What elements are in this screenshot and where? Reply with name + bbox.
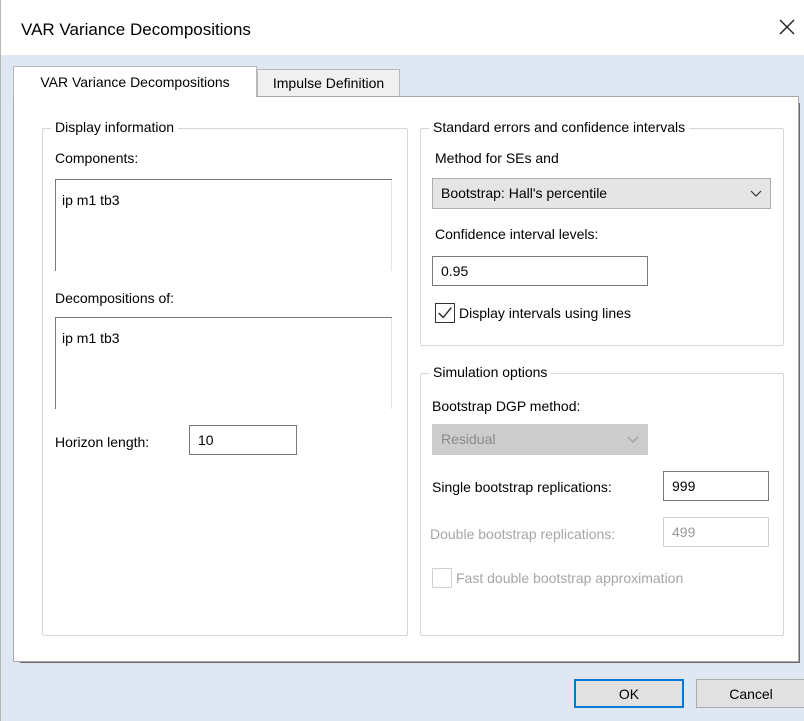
confidence-interval-label: Confidence interval levels: — [435, 226, 599, 242]
tab-impulse-definition[interactable]: Impulse Definition — [257, 69, 400, 96]
components-field[interactable]: ip m1 tb3 — [55, 179, 392, 271]
display-information-legend: Display information — [51, 119, 179, 135]
standard-errors-legend: Standard errors and confidence intervals — [429, 119, 690, 135]
confidence-interval-input[interactable]: 0.95 — [432, 256, 648, 286]
fast-double-bootstrap-checkbox — [432, 568, 452, 588]
decompositions-label: Decompositions of: — [55, 290, 175, 306]
cancel-button[interactable]: Cancel — [696, 679, 804, 708]
method-for-ses-label: Method for SEs and — [435, 150, 559, 166]
close-icon[interactable] — [776, 16, 798, 38]
bootstrap-dgp-select: Residual — [432, 424, 648, 455]
tab-var-variance-decompositions[interactable]: VAR Variance Decompositions — [13, 66, 257, 97]
tab-panel: Display information Components: ip m1 tb… — [13, 96, 799, 662]
dialog-window: VAR Variance Decompositions VAR Variance… — [0, 0, 804, 721]
decompositions-field[interactable]: ip m1 tb3 — [55, 317, 392, 409]
window-title: VAR Variance Decompositions — [21, 20, 251, 39]
simulation-options-legend: Simulation options — [429, 364, 552, 380]
fast-double-bootstrap-label: Fast double bootstrap approximation — [456, 570, 684, 586]
horizon-length-label: Horizon length: — [55, 434, 150, 450]
single-bootstrap-input[interactable]: 999 — [663, 471, 769, 501]
chevron-down-icon — [750, 190, 762, 197]
method-for-ses-select[interactable]: Bootstrap: Hall's percentile — [432, 178, 771, 209]
checkmark-icon — [438, 307, 452, 319]
display-intervals-label: Display intervals using lines — [459, 305, 631, 321]
title-bar: VAR Variance Decompositions — [1, 0, 804, 55]
double-bootstrap-input: 499 — [663, 517, 769, 547]
horizon-length-input[interactable]: 10 — [189, 425, 297, 455]
bootstrap-dgp-label: Bootstrap DGP method: — [432, 398, 581, 414]
components-label: Components: — [55, 150, 139, 166]
double-bootstrap-label: Double bootstrap replications: — [430, 526, 616, 542]
chevron-down-icon — [627, 436, 639, 443]
single-bootstrap-label: Single bootstrap replications: — [432, 479, 612, 495]
method-for-ses-value: Bootstrap: Hall's percentile — [441, 185, 608, 201]
bootstrap-dgp-value: Residual — [441, 431, 496, 447]
ok-button[interactable]: OK — [574, 679, 684, 708]
display-intervals-checkbox[interactable] — [435, 303, 455, 323]
